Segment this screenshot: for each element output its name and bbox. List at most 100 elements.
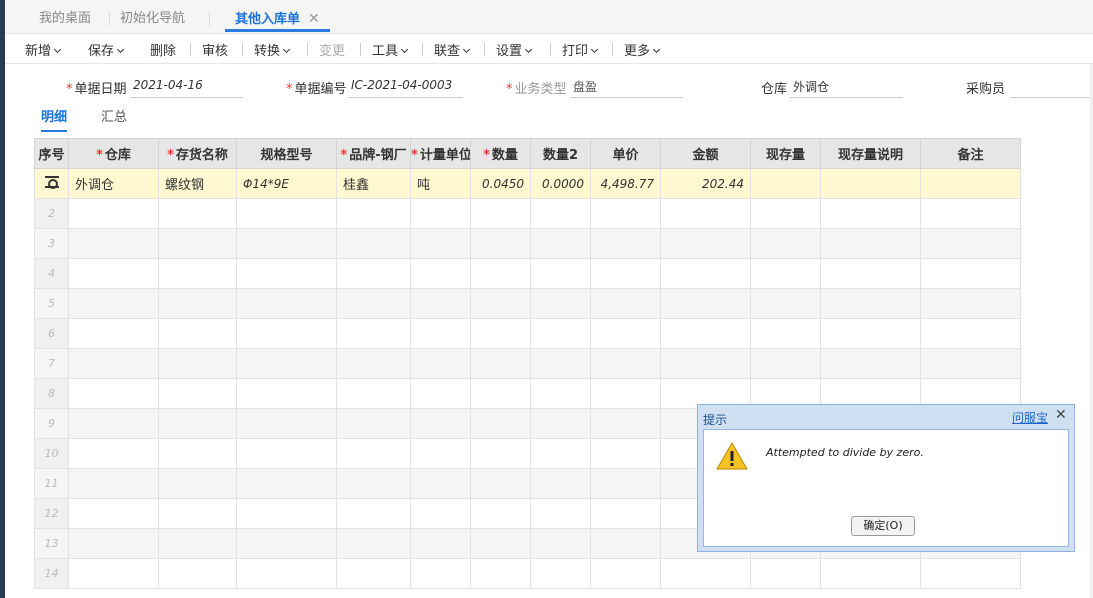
cell-price[interactable]: 4,498.77: [590, 168, 661, 199]
cell-amount[interactable]: 202.44: [660, 168, 751, 199]
cell-item[interactable]: [158, 258, 237, 289]
change-button[interactable]: 变更: [319, 40, 345, 59]
cell-qty[interactable]: [470, 408, 531, 439]
cell-stock-note[interactable]: [820, 318, 921, 349]
cell-qty[interactable]: [470, 198, 531, 229]
cell-unit[interactable]: [410, 438, 471, 469]
cell-remark[interactable]: [920, 288, 1021, 319]
table-row[interactable]: 6: [34, 318, 1021, 349]
cell-qty[interactable]: [470, 438, 531, 469]
table-row[interactable]: 7: [34, 348, 1021, 379]
tab-other-inbound[interactable]: 其他入库单 ✕: [225, 8, 330, 32]
cell-qty[interactable]: [470, 318, 531, 349]
cell-spec[interactable]: [236, 198, 337, 229]
col-header-warehouse[interactable]: * 仓库: [68, 138, 159, 169]
cell-warehouse[interactable]: [68, 228, 159, 259]
cell-item[interactable]: [158, 228, 237, 259]
cell-qty2[interactable]: [530, 378, 591, 409]
tab-detail[interactable]: 明细: [41, 106, 68, 132]
cell-brand[interactable]: [336, 318, 411, 349]
ok-button[interactable]: 确定(O): [851, 516, 915, 536]
cell-item[interactable]: [158, 198, 237, 229]
cell-price[interactable]: [590, 498, 661, 529]
cell-price[interactable]: [590, 258, 661, 289]
tab-init-nav[interactable]: 初始化导航: [120, 8, 185, 32]
cell-warehouse[interactable]: [68, 438, 159, 469]
cell-price[interactable]: [590, 378, 661, 409]
table-row[interactable]: 14: [34, 558, 1021, 589]
col-header-qty[interactable]: * 数量: [470, 138, 531, 169]
cell-qty2[interactable]: [530, 318, 591, 349]
cell-brand[interactable]: [336, 528, 411, 559]
col-header-unit[interactable]: * 计量单位: [410, 138, 471, 169]
cell-warehouse[interactable]: [68, 198, 159, 229]
cell-brand[interactable]: [336, 498, 411, 529]
cell-warehouse[interactable]: [68, 288, 159, 319]
cell-unit[interactable]: [410, 318, 471, 349]
cell-price[interactable]: [590, 228, 661, 259]
cell-qty[interactable]: [470, 228, 531, 259]
cell-warehouse[interactable]: [68, 408, 159, 439]
cell-remark[interactable]: [920, 258, 1021, 289]
cell-unit[interactable]: [410, 348, 471, 379]
cell-qty[interactable]: [470, 378, 531, 409]
cell-price[interactable]: [590, 558, 661, 589]
settings-button[interactable]: 设置: [496, 40, 533, 59]
cell-qty[interactable]: [470, 558, 531, 589]
cell-qty2[interactable]: [530, 228, 591, 259]
cell-stock-note[interactable]: [820, 558, 921, 589]
date-field[interactable]: 2021-04-16: [130, 72, 243, 98]
row-settings-icon[interactable]: [44, 175, 59, 189]
cell-qty2[interactable]: [530, 468, 591, 499]
cell-brand[interactable]: [336, 378, 411, 409]
cell-stock-note[interactable]: [820, 228, 921, 259]
cell-warehouse[interactable]: [68, 318, 159, 349]
cell-remark[interactable]: [920, 558, 1021, 589]
cell-qty2[interactable]: [530, 348, 591, 379]
save-button[interactable]: 保存: [88, 40, 125, 59]
cell-item[interactable]: [158, 558, 237, 589]
cell-amount[interactable]: [660, 288, 751, 319]
cell-unit[interactable]: [410, 468, 471, 499]
cell-qty2[interactable]: [530, 528, 591, 559]
cell-amount[interactable]: [660, 558, 751, 589]
col-header-stock[interactable]: 现存量: [750, 138, 821, 169]
cell-stock-note[interactable]: [820, 288, 921, 319]
cell-qty2[interactable]: [530, 258, 591, 289]
cell-remark[interactable]: [920, 198, 1021, 229]
cell-warehouse[interactable]: [68, 348, 159, 379]
biz-type-field[interactable]: 盘盈: [570, 72, 683, 98]
cell-item[interactable]: [158, 528, 237, 559]
cell-spec[interactable]: [236, 408, 337, 439]
cell-spec[interactable]: [236, 318, 337, 349]
cell-warehouse[interactable]: [68, 258, 159, 289]
cell-qty[interactable]: 0.0450: [470, 168, 531, 199]
new-button[interactable]: 新增: [25, 40, 62, 59]
code-field[interactable]: IC-2021-04-0003: [348, 72, 463, 98]
tab-my-desktop[interactable]: 我的桌面: [39, 8, 91, 32]
cell-item[interactable]: [158, 378, 237, 409]
cell-item[interactable]: 螺纹钢: [158, 168, 237, 199]
cell-unit[interactable]: [410, 258, 471, 289]
cell-remark[interactable]: [920, 348, 1021, 379]
delete-button[interactable]: 删除: [150, 40, 176, 59]
close-icon[interactable]: ✕: [308, 11, 320, 27]
cell-qty[interactable]: [470, 258, 531, 289]
cell-brand[interactable]: [336, 228, 411, 259]
cell-warehouse[interactable]: [68, 378, 159, 409]
cell-amount[interactable]: [660, 198, 751, 229]
cell-warehouse[interactable]: [68, 558, 159, 589]
table-row[interactable]: 2: [34, 198, 1021, 229]
cell-unit[interactable]: [410, 378, 471, 409]
cell-warehouse[interactable]: [68, 528, 159, 559]
cell-spec[interactable]: [236, 558, 337, 589]
cell-amount[interactable]: [660, 258, 751, 289]
cell-price[interactable]: [590, 198, 661, 229]
cell-item[interactable]: [158, 468, 237, 499]
cell-spec[interactable]: [236, 228, 337, 259]
cell-remark[interactable]: [920, 168, 1021, 199]
cell-brand[interactable]: [336, 558, 411, 589]
cell-stock[interactable]: [750, 558, 821, 589]
cell-amount[interactable]: [660, 228, 751, 259]
cell-spec[interactable]: [236, 258, 337, 289]
